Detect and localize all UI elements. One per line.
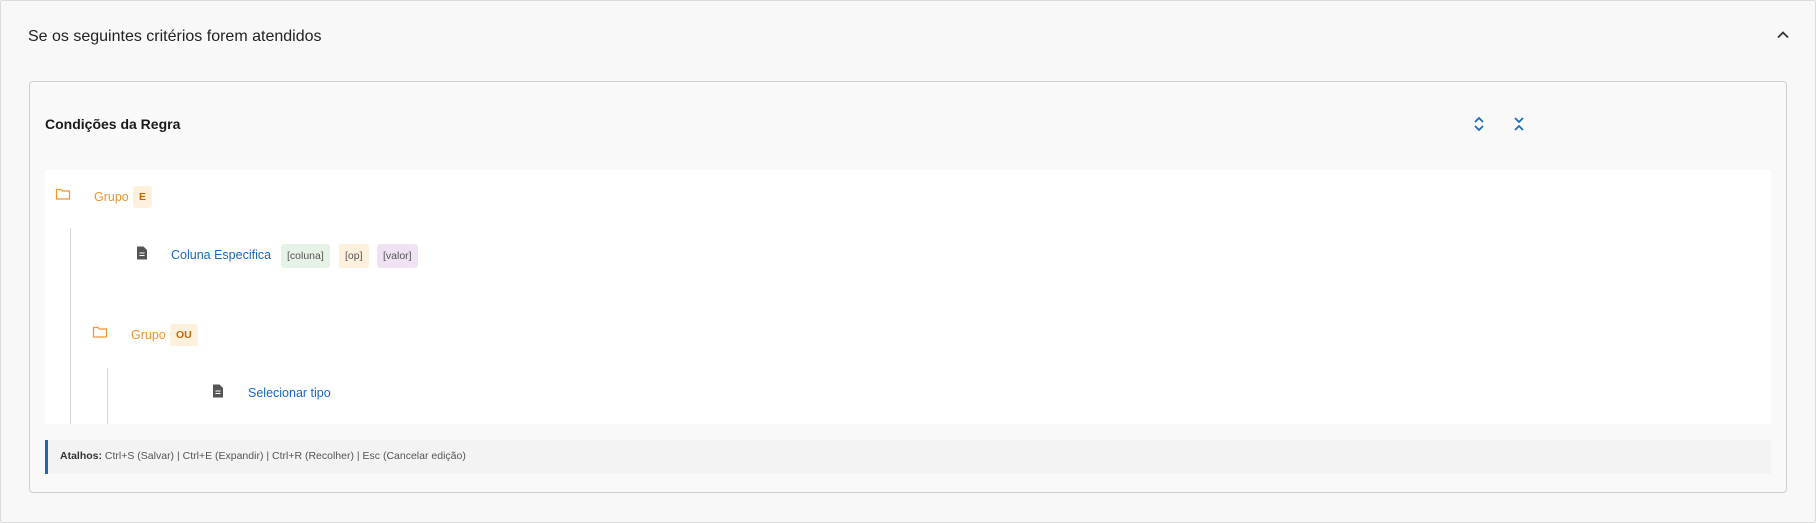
condition-column-link[interactable]: Coluna Especifica xyxy=(171,248,271,262)
folder-icon xyxy=(92,324,108,340)
shortcuts-footer: Atalhos: Ctrl+S (Salvar) | Ctrl+E (Expan… xyxy=(45,440,1771,474)
operator-chip[interactable]: [op] xyxy=(339,244,369,268)
tree-guide-line xyxy=(70,228,71,424)
column-chip[interactable]: [coluna] xyxy=(281,244,330,268)
shortcuts-text: Atalhos: Ctrl+S (Salvar) | Ctrl+E (Expan… xyxy=(60,450,466,462)
document-icon xyxy=(210,383,226,399)
root-group-label[interactable]: Grupo xyxy=(94,190,129,204)
card-title: Condições da Regra xyxy=(45,116,181,132)
chevron-up-icon[interactable] xyxy=(1771,23,1795,47)
criteria-panel: Se os seguintes critérios forem atendido… xyxy=(0,0,1816,523)
tree-guide-line xyxy=(107,368,108,424)
rule-conditions-card: Condições da Regra Grupo E Coluna Especi… xyxy=(29,81,1787,493)
sub-group-operator-badge[interactable]: OU xyxy=(170,324,198,346)
folder-icon xyxy=(55,186,71,202)
collapse-all-icon[interactable] xyxy=(1507,112,1531,136)
shortcuts-list: Ctrl+S (Salvar) | Ctrl+E (Expandir) | Ct… xyxy=(104,450,466,462)
shortcuts-prefix: Atalhos: xyxy=(60,450,102,462)
document-icon xyxy=(134,245,150,261)
value-chip[interactable]: [valor] xyxy=(377,244,418,268)
select-type-link[interactable]: Selecionar tipo xyxy=(248,386,331,400)
panel-title: Se os seguintes critérios forem atendido… xyxy=(28,28,322,45)
root-group-operator-badge[interactable]: E xyxy=(133,186,153,208)
sub-group-label[interactable]: Grupo xyxy=(131,328,166,342)
condition-tree: Grupo E Coluna Especifica [coluna] [op] … xyxy=(45,170,1771,424)
expand-all-icon[interactable] xyxy=(1467,112,1491,136)
